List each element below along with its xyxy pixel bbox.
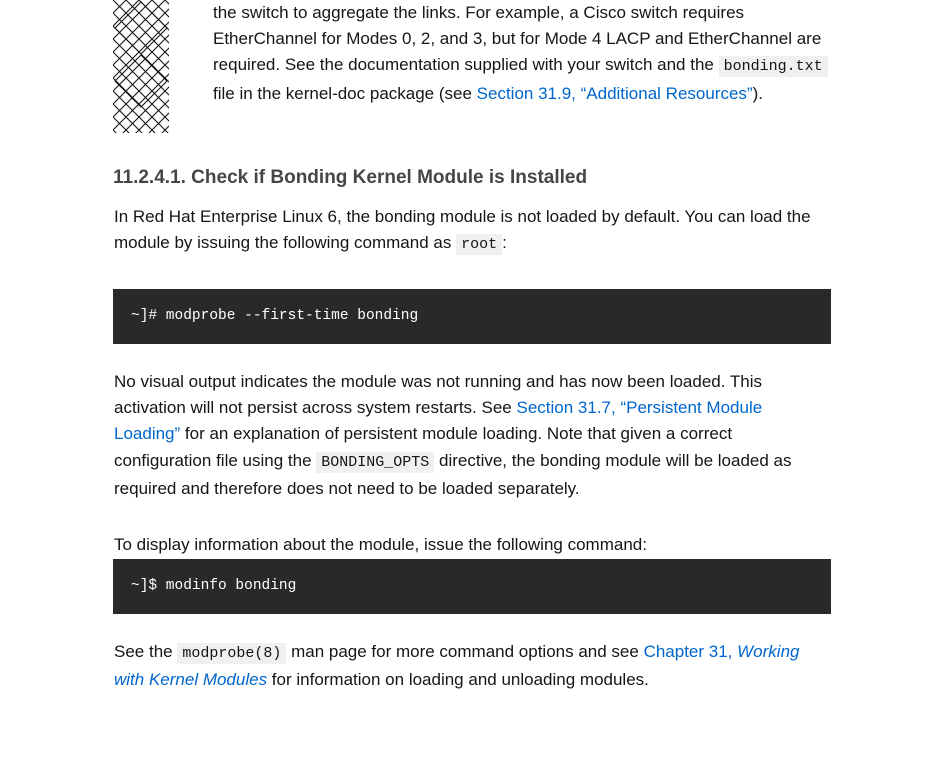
paragraph-load-module: In Red Hat Enterprise Linux 6, the bondi… (114, 204, 832, 258)
admonition-text: the switch to aggregate the links. For e… (213, 0, 833, 107)
section-heading: 11.2.4.1. Check if Bonding Kernel Module… (113, 167, 588, 188)
inline-code-bonding-txt: bonding.txt (718, 56, 828, 78)
paragraph-text: man page for more command options and se… (286, 642, 644, 661)
link-chapter-31-prefix: Chapter 31, (643, 642, 738, 661)
paragraph-see-also: See the modprobe(8) man page for more co… (114, 639, 832, 693)
inline-code-bonding-opts: BONDING_OPTS (316, 451, 435, 473)
paragraph-text: for information on loading and unloading… (267, 670, 649, 690)
admonition-text-mid: file in the kernel-doc package (see (213, 83, 477, 103)
paragraph-display-info: To display information about the module,… (114, 535, 647, 554)
paragraph-text-end: : (502, 233, 507, 253)
link-additional-resources[interactable]: Section 31.9, “Additional Resources” (477, 84, 753, 103)
code-block-modprobe: ~]# modprobe --first-time bonding (113, 289, 831, 344)
paragraph-text: See the (114, 642, 178, 661)
inline-code-modprobe-8: modprobe(8) (177, 643, 287, 664)
warning-crosshatch-icon (113, 0, 169, 133)
paragraph-no-output: No visual output indicates the module wa… (114, 369, 832, 502)
inline-code-root: root (456, 234, 503, 256)
admonition-text-end: ). (752, 83, 763, 103)
code-block-modinfo: ~]$ modinfo bonding (113, 559, 831, 614)
